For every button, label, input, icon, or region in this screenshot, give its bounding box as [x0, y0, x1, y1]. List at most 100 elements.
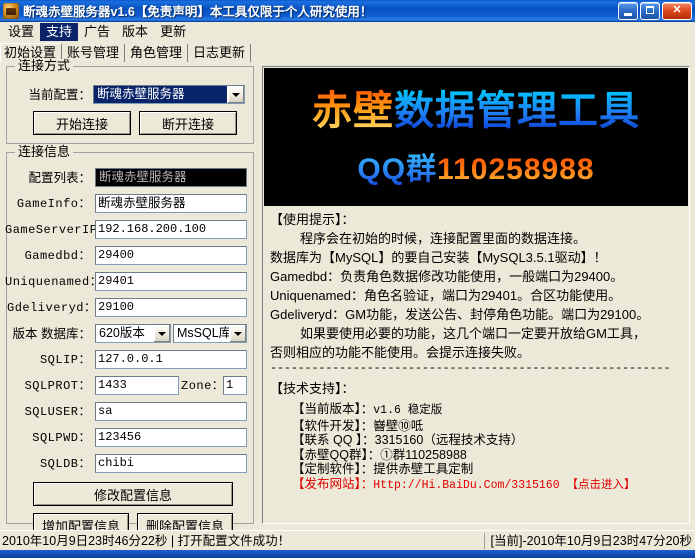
sqlprot-input[interactable]: 1433 — [95, 376, 179, 395]
banner-title: 赤壁数据管理工具 — [264, 88, 688, 134]
tab-role-management[interactable]: 角色管理 — [125, 44, 188, 62]
menu-item-settings[interactable]: 设置 — [2, 23, 40, 41]
title-bar: 断魂赤壁服务器v1.6【免责声明】本工具仅限于个人研究使用！ ✕ — [0, 0, 695, 22]
menu-item-support[interactable]: 支持 — [40, 23, 78, 41]
help-line-7: 否则相应的功能不能使用。会提示连接失败。 — [270, 343, 682, 362]
gdeliveryd-label: Gdeliveryd： — [7, 300, 93, 316]
help-line-4: Uniquenamed：角色名验证，端口为29401。合区功能使用。 — [270, 286, 682, 305]
maximize-button[interactable] — [640, 2, 660, 20]
gdeliveryd-input[interactable]: 29100 — [95, 298, 247, 317]
config-list-selected-item[interactable]: 断魂赤壁服务器 — [95, 168, 247, 187]
banner-qq-label: QQ群 — [357, 153, 437, 186]
sqlprot-label: SQLPROT： — [9, 378, 91, 394]
gamedbd-input[interactable]: 29400 — [95, 246, 247, 265]
version-combo[interactable]: 620版本 — [95, 324, 171, 343]
support-value-qq: 3315160（远程技术支持） — [375, 433, 524, 447]
info-panel: 赤壁数据管理工具 QQ群110258988 【使用提示】： 程序会在初始的时候，… — [262, 66, 690, 524]
start-connection-button[interactable]: 开始连接 — [33, 111, 131, 135]
menu-item-version[interactable]: 版本 — [116, 23, 154, 41]
support-value-custom: 提供赤壁工具定制 — [373, 462, 473, 476]
taskbar-strip — [0, 550, 695, 558]
gameserverip-label: GameServerIP： — [5, 222, 93, 238]
help-divider: ----------------------------------------… — [270, 362, 682, 375]
minimize-icon — [624, 13, 632, 16]
support-key-custom: 【定制软件】： — [292, 462, 373, 476]
banner-qq-line: QQ群110258988 — [264, 152, 688, 188]
status-current-time: [当前]-2010年10月9日23时47分20秒 — [484, 533, 695, 549]
help-line-5: Gdeliveryd：GM功能，发送公告、封停角色功能。端口为29100。 — [270, 305, 682, 324]
current-config-combo[interactable]: 断魂赤壁服务器 — [93, 85, 245, 104]
help-heading: 【使用提示】： — [270, 210, 682, 229]
chevron-down-icon[interactable] — [227, 86, 244, 103]
support-value-version: v1.6 稳定版 — [373, 404, 442, 417]
sqldb-label: SQLDB： — [9, 456, 91, 472]
support-key-website: 【发布网站】： — [292, 477, 373, 491]
minimize-button[interactable] — [618, 2, 638, 20]
help-text-area: 【使用提示】： 程序会在初始的时候，连接配置里面的数据连接。 数据库为【MySQ… — [264, 206, 688, 522]
app-icon — [3, 3, 19, 19]
gameinfo-input[interactable]: 断魂赤壁服务器 — [95, 194, 247, 213]
support-line-custom: 【定制软件】：提供赤壁工具定制 — [292, 462, 682, 477]
connection-info-group-title: 连接信息 — [15, 145, 73, 159]
help-line-2: 数据库为【MySQL】的要自己安装【MySQL3.5.1驱动】！ — [270, 248, 682, 267]
chevron-down-icon[interactable] — [153, 325, 170, 342]
database-combo[interactable]: MsSQL库 — [173, 324, 247, 343]
sqldb-input[interactable]: chibi — [95, 454, 247, 473]
support-key-qq: 【联系 QQ 】： — [292, 433, 375, 447]
website-link[interactable]: Http://Hi.BaiDu.Com/3315160 【点击进入】 — [373, 479, 635, 492]
support-line-qq: 【联系 QQ 】：3315160（远程技术支持） — [292, 433, 682, 448]
connection-method-group-title: 连接方式 — [15, 59, 73, 73]
window-title: 断魂赤壁服务器v1.6【免责声明】本工具仅限于个人研究使用！ — [23, 1, 616, 20]
help-line-1: 程序会在初始的时候，连接配置里面的数据连接。 — [270, 229, 682, 248]
close-icon: ✕ — [663, 3, 691, 19]
support-line-qqgroup: 【赤壁QQ群】：①群110258988 — [292, 448, 682, 463]
menu-item-update[interactable]: 更新 — [154, 23, 192, 41]
support-key-developer: 【软件开发】： — [292, 419, 373, 433]
tab-log-update[interactable]: 日志更新 — [188, 44, 251, 62]
disconnect-button[interactable]: 断开连接 — [139, 111, 237, 135]
banner-qq-number: 110258988 — [437, 153, 595, 186]
config-list-label: 配置列表： — [9, 170, 91, 186]
uniquenamed-input[interactable]: 29401 — [95, 272, 247, 291]
application-window: 断魂赤壁服务器v1.6【免责声明】本工具仅限于个人研究使用！ ✕ 设置 支持 广… — [0, 0, 695, 558]
zone-input[interactable]: 1 — [223, 376, 247, 395]
banner-title-part-a: 赤壁 — [312, 89, 394, 133]
version-value: 620版本 — [96, 325, 153, 342]
current-config-value: 断魂赤壁服务器 — [94, 86, 227, 103]
help-line-6: 如果要使用必要的功能，这几个端口一定要开放给GM工具， — [270, 324, 682, 343]
status-message: 2010年10月9日23时46分22秒 | 打开配置文件成功！ — [0, 533, 484, 549]
gamedbd-label: Gamedbd： — [9, 248, 91, 264]
connection-info-group: 连接信息 配置列表： 断魂赤壁服务器 GameInfo： 断魂赤壁服务器 Gam… — [6, 152, 254, 524]
banner-title-part-b: 数据管理工具 — [394, 89, 640, 133]
support-line-website[interactable]: 【发布网站】：Http://Hi.BaiDu.Com/3315160 【点击进入… — [292, 477, 682, 494]
version-db-label: 版本 数据库： — [9, 326, 91, 342]
window-controls: ✕ — [616, 2, 692, 20]
maximize-icon — [646, 6, 654, 14]
chevron-down-icon[interactable] — [229, 325, 246, 342]
sqlpwd-input[interactable]: 123456 — [95, 428, 247, 447]
connection-method-group: 连接方式 当前配置： 断魂赤壁服务器 开始连接 断开连接 — [6, 66, 254, 144]
uniquenamed-label: Uniquenamed： — [5, 274, 93, 290]
zone-label: Zone： — [181, 378, 221, 394]
support-key-version: 【当前版本】： — [292, 402, 373, 416]
close-button[interactable]: ✕ — [662, 2, 692, 20]
sqluser-label: SQLUSER： — [9, 404, 91, 420]
status-bar: 2010年10月9日23时46分22秒 | 打开配置文件成功！ [当前]-201… — [0, 530, 695, 550]
menu-item-ads[interactable]: 广告 — [78, 23, 116, 41]
support-key-qqgroup: 【赤壁QQ群】： — [292, 448, 380, 462]
sqlip-label: SQLIP： — [9, 352, 91, 368]
support-value-developer: 嶜壁⑩呧 — [373, 419, 423, 433]
support-details: 【当前版本】：v1.6 稳定版 【软件开发】：嶜壁⑩呧 【联系 QQ 】：331… — [270, 402, 682, 493]
gameserverip-input[interactable]: 192.168.200.100 — [95, 220, 247, 239]
support-line-version: 【当前版本】：v1.6 稳定版 — [292, 402, 682, 419]
tab-bar: 初始设置 账号管理 角色管理 日志更新 — [0, 42, 695, 62]
support-line-developer: 【软件开发】：嶜壁⑩呧 — [292, 419, 682, 434]
modify-config-button[interactable]: 修改配置信息 — [33, 482, 233, 506]
support-heading: 【技术支持】： — [270, 379, 682, 398]
sqlip-input[interactable]: 127.0.0.1 — [95, 350, 247, 369]
menu-bar: 设置 支持 广告 版本 更新 — [0, 22, 695, 42]
sqluser-input[interactable]: sa — [95, 402, 247, 421]
current-config-label: 当前配置： — [13, 87, 91, 103]
gameinfo-label: GameInfo： — [9, 196, 91, 212]
support-value-qqgroup: ①群110258988 — [380, 448, 467, 462]
